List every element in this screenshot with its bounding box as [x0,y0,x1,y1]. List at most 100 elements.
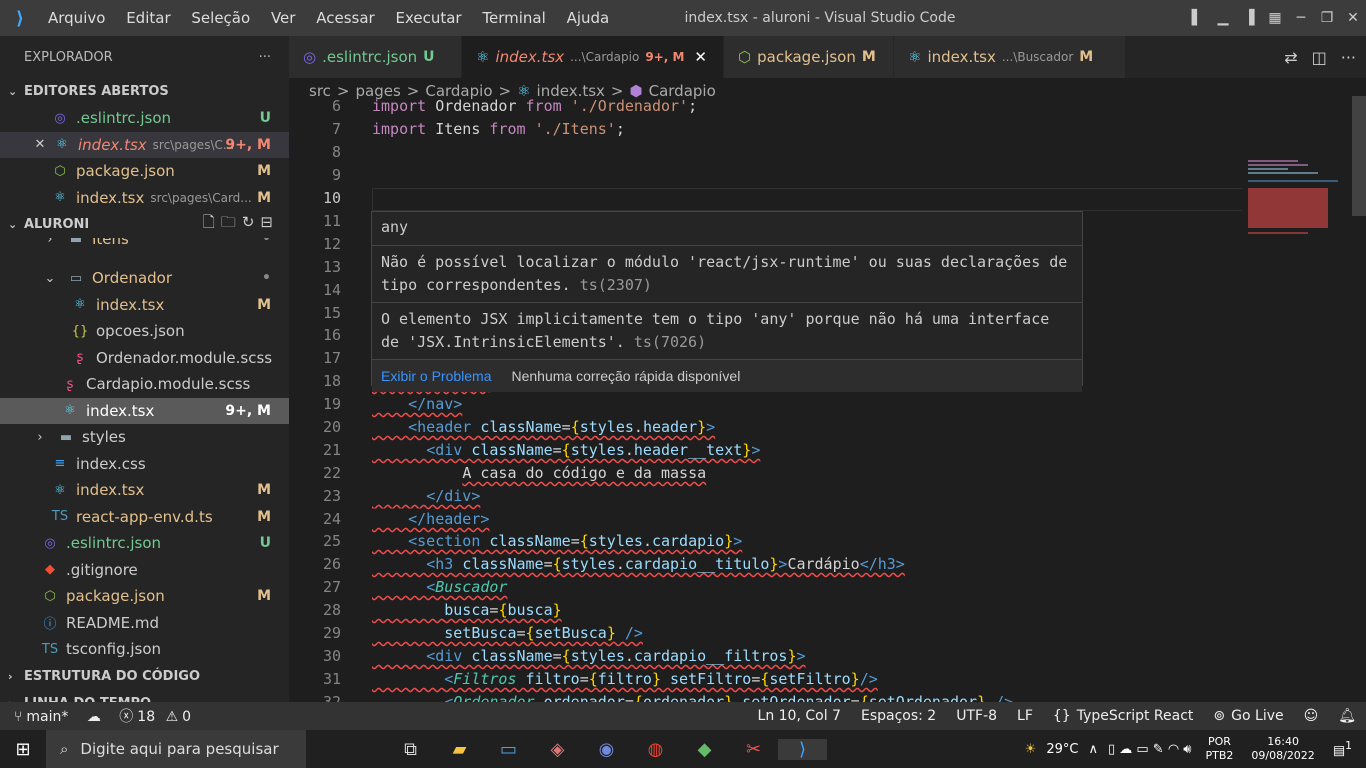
date: 09/08/2022 [1251,749,1315,762]
menu-editar[interactable]: Editar [126,9,170,27]
close-icon[interactable]: ✕ [1340,10,1366,26]
file-name: .gitignore [66,560,138,579]
outline-title: ESTRUTURA DO CÓDIGO [24,668,201,684]
more-actions-icon[interactable]: ··· [259,50,271,65]
scroll-thumb[interactable] [1352,96,1366,216]
tab-index-buscador[interactable]: ⚛ index.tsx ...\Buscador M [894,36,1126,78]
branch-icon[interactable]: ⑂ [14,709,22,725]
explorer-actions[interactable]: 🗋🗀↻⊟ [203,212,279,237]
view-problem-link[interactable]: Exibir o Problema [381,368,492,384]
toggle-secondary-sidebar-icon[interactable]: ▐ [1236,10,1262,26]
keyboard-language[interactable]: POR PTB2 [1206,735,1234,763]
tree-file[interactable]: ⚛ index.tsx M [0,477,289,504]
compare-icon[interactable]: ⇄ [1284,48,1297,67]
minimize-icon[interactable]: ─ [1288,10,1314,26]
bell-icon[interactable]: 🔔︎ [1338,708,1356,724]
tab-package-json[interactable]: ⬡ package.json M [724,36,894,78]
project-section[interactable]: ⌄ ALURONI 🗋🗀↻⊟ [0,211,289,238]
warning-icon[interactable]: ⚠ [166,709,179,725]
open-editor-item[interactable]: ⬡ package.json M [0,158,289,185]
code-editor[interactable]: 6 7 8 9 10 11 12 13 14 15 16 17 18 19 20… [289,96,1366,702]
open-editor-item[interactable]: ◎ .eslintrc.json U [0,105,289,132]
tree-file[interactable]: ◎ .eslintrc.json U [0,530,289,557]
json-icon: {} [71,323,89,339]
chrome-icon[interactable]: ◍ [631,739,680,760]
open-editors-section[interactable]: ⌄ EDITORES ABERTOS [0,78,289,105]
tree-file[interactable]: ◆ .gitignore [0,557,289,584]
error-icon[interactable]: ⓧ [119,709,133,725]
chevron-up-icon[interactable]: ∧ [1088,742,1098,757]
tree-file[interactable]: ʂ Ordenador.module.scss [0,345,289,372]
menu-acessar[interactable]: Acessar [316,9,374,27]
close-icon[interactable]: ✕ [694,48,707,66]
minimap[interactable] [1242,156,1352,276]
cursor-position[interactable]: Ln 10, Col 7 [758,708,841,724]
menu-terminal[interactable]: Terminal [482,9,545,27]
open-editor-item[interactable]: ⚛ index.tsx src\pages\Card... M [0,185,289,212]
windows-start-icon[interactable]: ⊞ [0,739,46,760]
warning-count[interactable]: 0 [182,709,191,725]
code-line: import Itens from './Itens'; [372,120,625,138]
go-live-button[interactable]: Go Live [1231,708,1283,724]
open-editor-item[interactable]: ✕ ⚛ index.tsx src\pages\C... 9+, M [0,131,289,158]
layout-icon[interactable]: ▦ [1262,10,1288,26]
clock[interactable]: 16:40 09/08/2022 [1251,735,1314,763]
error-count[interactable]: 18 [137,709,155,725]
tree-file[interactable]: ʂ Cardapio.module.scss [0,371,289,398]
feedback-icon[interactable]: ☺ [1304,708,1319,724]
tray-icons[interactable]: ▯ ☁ ▭ ✎ ◠ 🔊︎ [1108,742,1192,757]
tree-file[interactable]: TS react-app-env.d.ts M [0,504,289,531]
tree-file[interactable]: ⚛ index.tsx M [0,292,289,319]
tab-eslintrc[interactable]: ◎ .eslintrc.json U [289,36,462,78]
notifications-icon[interactable]: ▤1 [1333,739,1352,758]
toggle-panel-icon[interactable]: ▁ [1210,10,1236,26]
encoding[interactable]: UTF-8 [956,708,997,724]
computer-icon[interactable]: ▭ [484,739,533,760]
code-line: <div className={styles.header__text}> [426,441,761,459]
tree-file[interactable]: TS tsconfig.json [0,636,289,663]
language-mode[interactable]: TypeScript React [1077,708,1194,724]
eslint-icon: ◎ [303,48,317,66]
tree-file[interactable]: ⓘ README.md [0,610,289,637]
discord-icon[interactable]: ◉ [582,739,631,760]
tree-folder-styles[interactable]: › ▬ styles [0,424,289,451]
tree-folder-ordenador[interactable]: ⌄ ▭ Ordenador • [0,265,289,292]
tree-folder-itens[interactable]: › ▬ Itens • [0,238,289,253]
app-icon[interactable]: ◈ [533,739,582,760]
task-view-icon[interactable]: ⧉ [386,739,435,760]
vscode-taskbar-icon[interactable]: ⟩ [778,738,827,760]
restore-icon[interactable]: ❐ [1314,10,1340,26]
vertical-scrollbar[interactable] [1352,96,1366,702]
end-of-line[interactable]: LF [1017,708,1033,724]
code-line: <Filtros filtro={filtro} setFiltro={setF… [444,670,878,688]
dev-tool-icon[interactable]: ◆ [680,739,729,760]
tab-label: index.tsx [495,48,565,66]
code-line: busca={busca} [444,601,562,619]
menu-ver[interactable]: Ver [271,9,296,27]
tree-file-active[interactable]: ⚛ index.tsx 9+, M [0,397,289,424]
tab-label: .eslintrc.json [322,48,418,66]
split-editor-icon[interactable]: ◫ [1312,48,1327,67]
git-tool-icon[interactable]: ✂ [729,739,778,760]
line-number: 19 [322,395,341,413]
git-branch[interactable]: main* [26,709,68,725]
tree-file[interactable]: ⬡ package.json M [0,583,289,610]
tree-file[interactable]: ≡ index.css [0,451,289,478]
menu-ajuda[interactable]: Ajuda [567,9,610,27]
close-icon[interactable]: ✕ [30,137,50,152]
menu-selecao[interactable]: Seleção [191,9,250,27]
menu-executar[interactable]: Executar [395,9,461,27]
tab-index-cardapio[interactable]: ⚛ index.tsx ...\Cardapio 9+, M ✕ [462,36,724,78]
line-number: 14 [322,281,341,299]
toggle-sidebar-icon[interactable]: ▌ [1184,10,1210,26]
file-explorer-icon[interactable]: ▰ [435,739,484,760]
taskbar-search[interactable]: ⌕ Digite aqui para pesquisar [46,730,306,768]
sync-icon[interactable]: ☁ [87,709,101,725]
outline-section[interactable]: › ESTRUTURA DO CÓDIGO [0,663,289,690]
indentation[interactable]: Espaços: 2 [861,708,936,724]
more-actions-icon[interactable]: ··· [1341,48,1356,67]
temperature[interactable]: 29°C [1046,742,1078,757]
file-name: .eslintrc.json [66,534,162,553]
tree-file[interactable]: {} opcoes.json [0,318,289,345]
menu-arquivo[interactable]: Arquivo [48,9,105,27]
